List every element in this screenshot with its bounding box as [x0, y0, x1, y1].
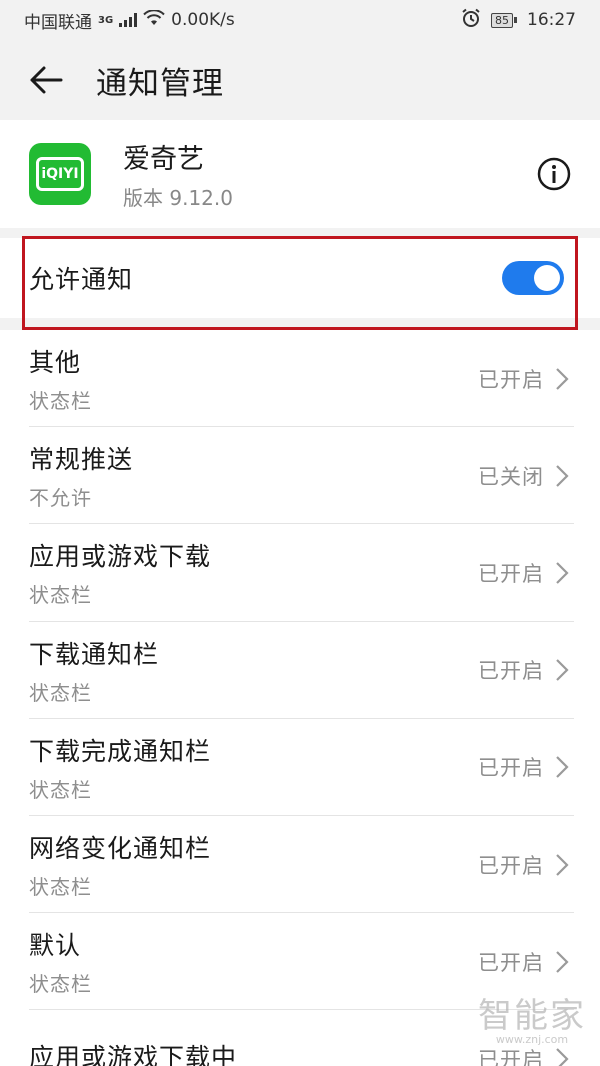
toggle-knob: [534, 265, 560, 291]
app-info-button[interactable]: [534, 154, 574, 194]
list-item-default[interactable]: 默认状态栏 已开启: [0, 913, 600, 1011]
allow-notifications-label: 允许通知: [29, 265, 134, 294]
list-item-regular-push[interactable]: 常规推送不允许 已关闭: [0, 427, 600, 525]
app-version: 版本 9.12.0: [123, 186, 233, 210]
item-status: 已开启: [478, 561, 544, 586]
app-info: 爱奇艺 版本 9.12.0: [123, 137, 534, 211]
chevron-right-icon: [552, 753, 572, 781]
item-status: 已关闭: [478, 464, 544, 489]
status-left: 中国联通 3G 0.00K/s: [24, 8, 461, 33]
allow-notifications-toggle[interactable]: [502, 261, 564, 295]
chevron-right-icon: [552, 1045, 572, 1066]
carrier-label: 中国联通: [24, 12, 92, 33]
chevron-right-icon: [552, 365, 572, 393]
chevron-right-icon: [552, 559, 572, 587]
item-title: 网络变化通知栏: [29, 834, 212, 864]
item-title: 下载完成通知栏: [29, 736, 212, 766]
item-title: 常规推送: [29, 445, 134, 475]
item-status: 已开启: [478, 659, 544, 684]
notification-channel-list: 其他 状态栏 已开启 常规推送 不允许 已关闭 应用或游戏下载 状态栏 已开启 下载通…: [0, 330, 600, 1066]
item-status: 已开启: [478, 756, 544, 781]
app-card: iQIYI 爱奇艺 版本 9.12.0: [0, 120, 600, 228]
clock: 16:27: [527, 10, 576, 30]
back-button[interactable]: [18, 52, 74, 108]
status-bar: 中国联通 3G 0.00K/s 85 16:27: [0, 0, 600, 40]
network-speed: 0.00K/s: [171, 10, 235, 30]
list-item-other[interactable]: 其他状态栏 已开启: [0, 330, 600, 428]
item-status: 已开启: [478, 950, 544, 975]
item-subtitle: 状态栏: [29, 777, 92, 802]
item-title: 应用或游戏下载: [29, 542, 212, 572]
item-title: 下载通知栏: [29, 639, 160, 669]
item-title: 应用或游戏下载中: [29, 1042, 238, 1066]
page-header: 通知管理: [0, 40, 600, 120]
chevron-right-icon: [552, 851, 572, 879]
app-icon: iQIYI: [29, 143, 91, 205]
battery-icon: 85: [491, 12, 517, 28]
app-icon-logo: iQIYI: [36, 157, 84, 191]
wifi-icon: [143, 8, 165, 31]
network-type: 3G: [98, 14, 114, 26]
item-subtitle: 状态栏: [29, 583, 92, 608]
item-title: 其他: [29, 348, 82, 378]
signal-icon: [119, 13, 138, 27]
item-status: 已开启: [478, 367, 544, 392]
list-item-download-notification[interactable]: 下载通知栏状态栏 已开启: [0, 622, 600, 719]
item-status: 已开启: [478, 853, 544, 878]
item-title: 默认: [29, 931, 82, 961]
allow-notifications-row: 允许通知: [0, 238, 600, 318]
status-right: 85 16:27: [461, 8, 576, 33]
chevron-right-icon: [552, 462, 572, 490]
page-title: 通知管理: [96, 65, 224, 102]
alarm-icon: [461, 8, 481, 33]
item-subtitle: 状态栏: [29, 389, 92, 414]
list-item-download-complete[interactable]: 下载完成通知栏状态栏 已开启: [0, 719, 600, 817]
app-name: 爱奇艺: [123, 144, 204, 175]
item-status: 已开启: [478, 1047, 544, 1066]
item-subtitle: 状态栏: [29, 680, 92, 705]
item-subtitle: 状态栏: [29, 972, 92, 997]
back-arrow-icon: [30, 66, 63, 94]
item-subtitle: 状态栏: [29, 875, 92, 900]
battery-level: 85: [491, 12, 513, 28]
chevron-right-icon: [552, 656, 572, 684]
info-icon: [537, 157, 571, 191]
chevron-right-icon: [552, 948, 572, 976]
list-item-app-game-downloading[interactable]: 应用或游戏下载中 已开启: [0, 1010, 600, 1066]
list-item-network-change[interactable]: 网络变化通知栏状态栏 已开启: [0, 816, 600, 914]
item-subtitle: 不允许: [29, 486, 92, 511]
list-item-app-game-download[interactable]: 应用或游戏下载状态栏 已开启: [0, 524, 600, 622]
